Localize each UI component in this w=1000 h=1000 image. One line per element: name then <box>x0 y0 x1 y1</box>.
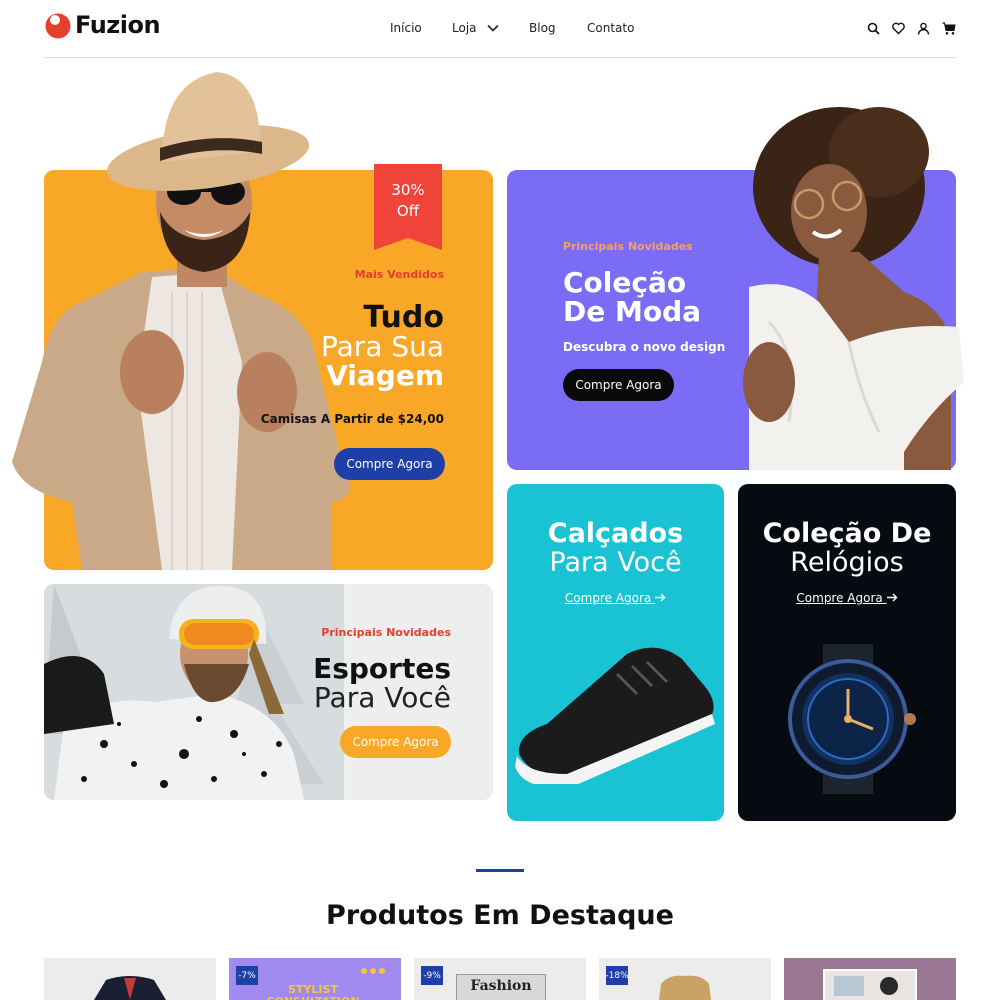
travel-eyebrow: Mais Vendidos <box>354 268 444 281</box>
shoes-title-line1: Calçados <box>547 518 684 549</box>
logo-text: Fuzion <box>75 11 161 39</box>
section-divider <box>476 869 524 872</box>
sports-banner: Principais Novidades Esportes Para Você … <box>44 584 493 800</box>
nav-blog[interactable]: Blog <box>529 21 556 35</box>
cart-icon[interactable] <box>942 22 956 35</box>
discount-badge: -9% <box>421 966 443 985</box>
watches-title-line1: Coleção De <box>762 518 932 549</box>
product-card[interactable]: -9% Fashion <box>414 958 586 1000</box>
featured-title: Produtos Em Destaque <box>326 900 674 931</box>
discount-badge: -7% <box>236 966 258 985</box>
watch-image <box>788 644 916 794</box>
watches-title-line2: Relógios <box>790 547 904 578</box>
nav-loja-label: Loja <box>452 21 477 35</box>
discount-badge-off: Off <box>396 202 420 220</box>
dots-icon <box>361 968 385 974</box>
heart-icon[interactable] <box>892 22 905 35</box>
product-photo-image <box>823 969 917 1000</box>
nav-contato[interactable]: Contato <box>587 21 634 35</box>
stylist-consultation-text: STYLIST CONSULTATION <box>266 983 359 1000</box>
travel-title-line3: Viagem <box>326 359 444 392</box>
logo-mark-icon <box>45 13 71 39</box>
watches-shop-link[interactable]: Compre Agora <box>738 591 956 605</box>
logo[interactable]: Fuzion <box>44 11 161 39</box>
magazine-fashion-text: Fashion <box>470 978 532 994</box>
user-icon[interactable] <box>917 22 930 35</box>
site-header: Fuzion Início Loja Blog Contato <box>44 0 956 58</box>
product-jacket-image <box>94 976 166 1000</box>
fashion-title-line2: De Moda <box>563 295 702 328</box>
nav-inicio[interactable]: Início <box>390 21 422 35</box>
watches-shop-link-label: Compre Agora <box>796 591 883 605</box>
hero-fashion-card: Principais Novidades Coleção De Moda Des… <box>507 107 964 470</box>
product-card[interactable] <box>44 958 216 1000</box>
chevron-down-icon <box>486 24 499 32</box>
sports-shop-button[interactable]: Compre Agora <box>340 726 451 758</box>
watches-banner: Coleção De Relógios Compre Agora <box>738 484 956 821</box>
skier-image <box>44 584 344 800</box>
fashion-shop-button[interactable]: Compre Agora <box>563 369 674 401</box>
header-icons <box>867 22 956 35</box>
product-card[interactable] <box>784 958 956 1000</box>
shoes-shop-link[interactable]: Compre Agora <box>507 591 724 605</box>
sports-eyebrow: Principais Novidades <box>321 626 451 639</box>
man-with-hat-image <box>12 72 350 570</box>
sports-title-line2: Para Você <box>313 681 451 714</box>
shoes-banner: Calçados Para Você Compre Agora <box>507 484 724 821</box>
arrow-right-icon <box>655 593 666 602</box>
nav-loja[interactable]: Loja <box>452 21 499 35</box>
product-card[interactable]: -18% <box>599 958 771 1000</box>
product-card[interactable]: -7% STYLIST CONSULTATION <box>229 958 401 1000</box>
hero-travel-card: 30% Off Mais Vendidos Tudo Para Sua Viag… <box>12 72 493 570</box>
shoes-shop-link-label: Compre Agora <box>564 591 652 605</box>
travel-shop-button[interactable]: Compre Agora <box>334 448 445 480</box>
product-tshirt-image <box>659 975 711 1000</box>
travel-subtitle: Camisas A Partir de $24,00 <box>260 412 444 426</box>
sneaker-image <box>515 647 715 784</box>
woman-model-image <box>743 107 964 470</box>
fashion-eyebrow: Principais Novidades <box>563 240 693 253</box>
arrow-right-icon <box>886 593 898 602</box>
fashion-subtitle: Descubra o novo design <box>563 340 726 354</box>
discount-badge-percent: 30% <box>391 181 425 199</box>
search-icon[interactable] <box>867 22 880 35</box>
shoes-title-line2: Para Você <box>549 547 682 578</box>
